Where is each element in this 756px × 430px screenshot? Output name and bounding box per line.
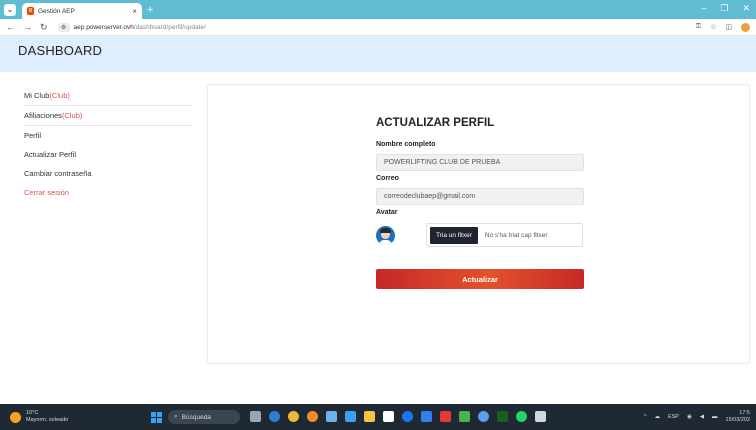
facebook-icon[interactable] xyxy=(402,411,413,422)
window-controls: – ❐ ✕ xyxy=(701,3,750,14)
browser-actions: ⚿ ☆ ◫ xyxy=(696,22,750,32)
avatar xyxy=(376,225,395,245)
system-tray: ^ ☁ ESP ◉ ◀ ▬ 17:5 15/03/202 xyxy=(644,410,750,424)
back-icon[interactable]: ← xyxy=(6,22,15,32)
mail-icon[interactable] xyxy=(345,411,356,422)
avatar-hair xyxy=(380,227,391,233)
tab-title: Gestión AEP xyxy=(38,7,75,15)
task-view-icon[interactable] xyxy=(250,411,261,422)
youtube-icon[interactable] xyxy=(440,411,451,422)
weather-condition: Mayorm. soleado xyxy=(26,417,69,423)
close-tab-icon[interactable]: × xyxy=(132,7,137,16)
edge-icon[interactable] xyxy=(269,411,280,422)
battery-icon[interactable]: ▬ xyxy=(712,414,718,420)
taskbar-search[interactable]: ⌕ Búsqueda xyxy=(168,410,240,424)
avatar-row: Tria un fitxer No s'ha triat cap fitxer xyxy=(376,223,584,247)
browser-tab-bar: ⌄ 0 Gestión AEP × + – ❐ ✕ xyxy=(0,0,756,19)
avatar-label: Avatar xyxy=(376,209,398,216)
clock-date: 15/03/202 xyxy=(725,417,750,423)
search-placeholder: Búsqueda xyxy=(181,413,211,421)
firefox-icon[interactable] xyxy=(307,411,318,422)
avatar-file-input[interactable]: Tria un fitxer No s'ha triat cap fitxer xyxy=(426,223,583,247)
favicon-icon: 0 xyxy=(27,7,34,15)
sidebar-item-perfil[interactable]: Perfil xyxy=(24,126,192,145)
url-path: /dashboard/perfil/update/ xyxy=(133,23,206,31)
update-button[interactable]: Actualizar xyxy=(376,269,584,289)
sidebar-item-cerrar-sesion[interactable]: Cerrar sesión xyxy=(24,183,192,202)
name-label: Nombre completo xyxy=(376,141,436,148)
minimize-icon[interactable]: – xyxy=(701,3,706,14)
notepad-icon[interactable] xyxy=(383,411,394,422)
site-settings-icon[interactable]: ⚙ xyxy=(57,22,70,32)
page-title: DASHBOARD xyxy=(0,36,756,72)
word-icon[interactable] xyxy=(421,411,432,422)
avatar-body xyxy=(379,239,392,245)
address-bar: ← → ↻ ⚙ aep.powerserver.ovh/dashboard/pe… xyxy=(0,19,756,36)
sun-icon xyxy=(10,411,21,423)
restore-icon[interactable]: ❐ xyxy=(720,3,728,14)
full-name-input[interactable]: POWERLIFTING CLUB DE PRUEBA xyxy=(376,154,584,171)
taskbar: 10°C Mayorm. soleado ⌕ Búsqueda ^ ☁ ESP … xyxy=(0,404,756,430)
reload-icon[interactable]: ↻ xyxy=(40,22,48,33)
photos-icon[interactable] xyxy=(478,411,489,422)
sidebar-item-cambiar-contrasena[interactable]: Cambiar contraseña xyxy=(24,164,192,183)
sheets-icon[interactable] xyxy=(497,411,508,422)
sidebar-item-mi-club[interactable]: Mi Club(Club) xyxy=(24,86,192,106)
club-badge: (Club) xyxy=(49,91,70,100)
sidebar-item-afiliaciones[interactable]: Afiliaciones(Club) xyxy=(24,106,192,126)
taskbar-apps xyxy=(250,411,546,422)
page-content: Mi Club(Club) Afiliaciones(Club) Perfil … xyxy=(0,72,756,384)
url-field[interactable]: ⚙ aep.powerserver.ovh/dashboard/perfil/u… xyxy=(57,22,206,32)
temperature: 10°C xyxy=(26,410,39,416)
new-tab-icon[interactable]: + xyxy=(147,4,153,16)
email-label: Correo xyxy=(376,175,399,182)
clock-time: 17:5 xyxy=(739,410,750,416)
excel-icon[interactable] xyxy=(459,411,470,422)
chrome-icon[interactable] xyxy=(288,411,299,422)
form-title: ACTUALIZAR PERFIL xyxy=(376,117,495,129)
password-key-icon[interactable]: ⚿ xyxy=(696,23,701,31)
weather-widget[interactable]: 10°C Mayorm. soleado xyxy=(10,410,68,424)
sidebar-item-label: Afiliaciones xyxy=(24,111,62,120)
store-icon[interactable] xyxy=(326,411,337,422)
search-icon: ⌕ xyxy=(174,413,178,420)
club-badge: (Club) xyxy=(61,111,83,120)
wifi-icon[interactable]: ◉ xyxy=(687,414,692,420)
extensions-icon[interactable]: ◫ xyxy=(725,23,732,31)
file-status: No s'ha triat cap fitxer xyxy=(484,231,548,239)
url-host: aep.powerserver.ovh xyxy=(73,23,134,31)
sidebar: Mi Club(Club) Afiliaciones(Club) Perfil … xyxy=(24,86,192,202)
browser-tab[interactable]: 0 Gestión AEP × xyxy=(22,3,142,19)
choose-file-button[interactable]: Tria un fitxer xyxy=(430,226,478,244)
clock[interactable]: 17:5 15/03/202 xyxy=(726,410,750,424)
volume-icon[interactable]: ◀ xyxy=(700,414,704,420)
weather-text: 10°C Mayorm. soleado xyxy=(26,410,68,424)
bookmark-star-icon[interactable]: ☆ xyxy=(710,23,716,31)
sidebar-item-actualizar-perfil[interactable]: Actualizar Perfil xyxy=(24,145,192,164)
tab-search-icon[interactable]: ⌄ xyxy=(4,3,16,16)
show-hidden-icons-icon[interactable]: ^ xyxy=(644,414,647,420)
update-profile-form: ACTUALIZAR PERFIL Nombre completo POWERL… xyxy=(376,117,584,289)
language-indicator[interactable]: ESP xyxy=(668,414,679,420)
cloud-icon[interactable]: ☁ xyxy=(654,414,660,420)
profile-avatar-icon[interactable] xyxy=(741,22,750,32)
profile-card: ACTUALIZAR PERFIL Nombre completo POWERL… xyxy=(207,84,750,364)
forward-icon[interactable]: → xyxy=(23,22,32,32)
windows-start-icon[interactable] xyxy=(151,412,162,423)
file-explorer-icon[interactable] xyxy=(364,411,375,422)
whatsapp-icon[interactable] xyxy=(516,411,527,422)
app-icon[interactable] xyxy=(535,411,546,422)
sidebar-item-label: Mi Club xyxy=(24,91,50,100)
email-input[interactable]: correodeclubaep@gmail.com xyxy=(376,188,584,205)
close-window-icon[interactable]: ✕ xyxy=(742,3,750,14)
